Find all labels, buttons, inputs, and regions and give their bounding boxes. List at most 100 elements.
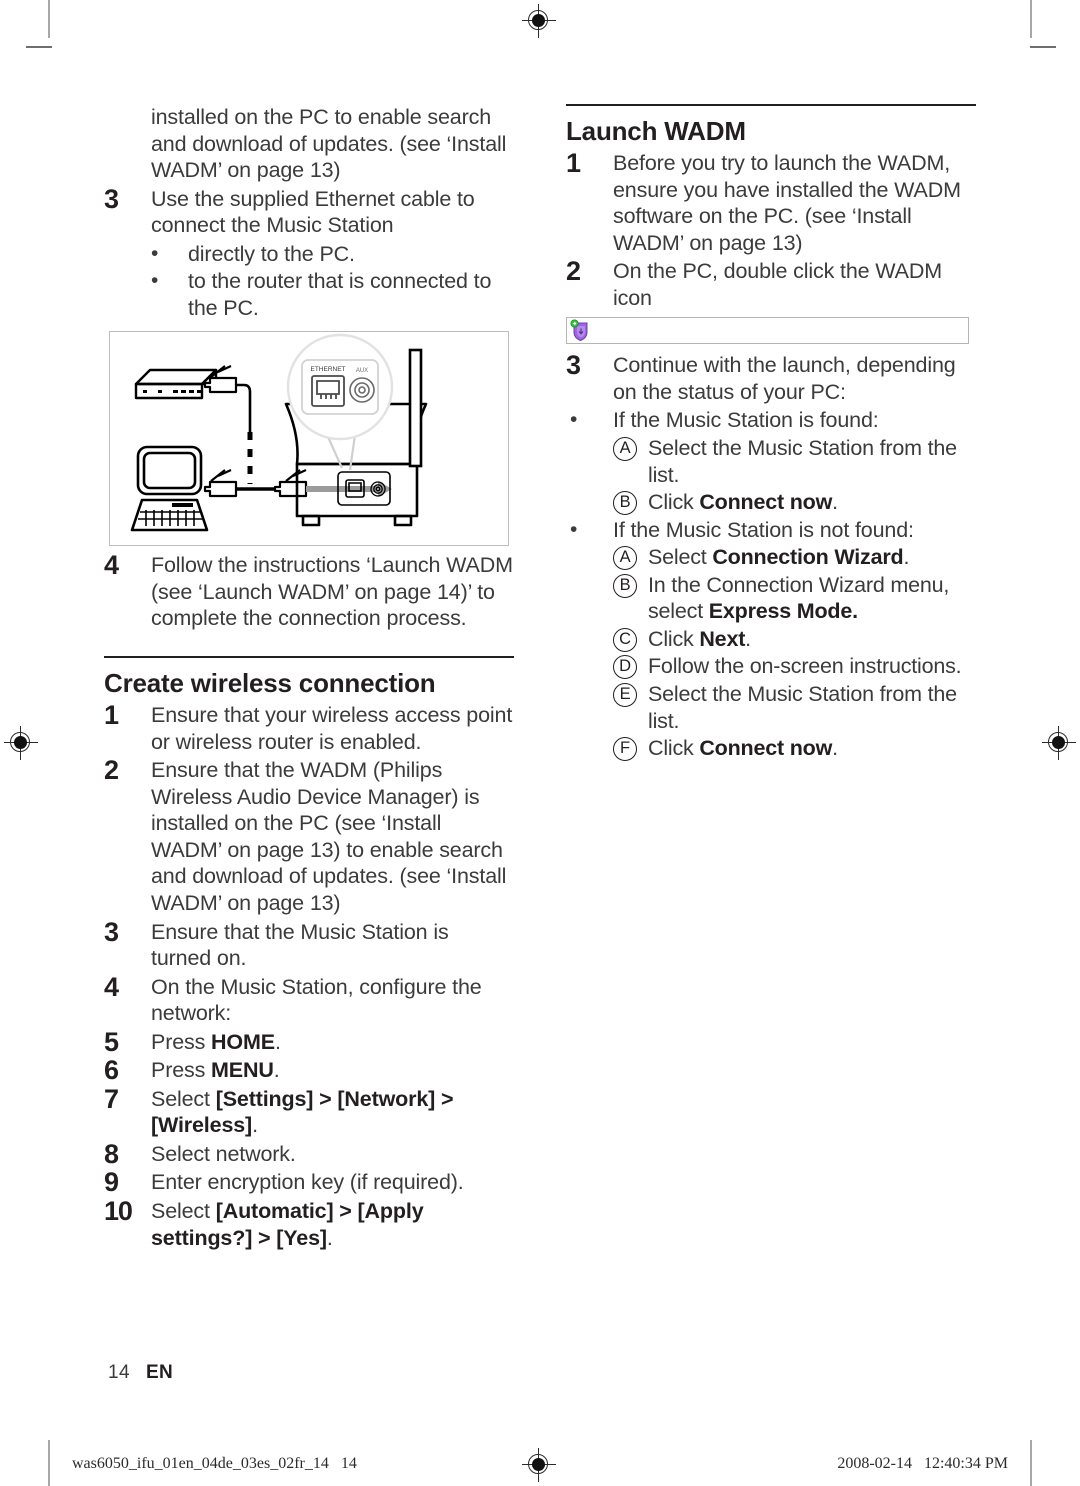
- step-number: 4: [104, 550, 119, 581]
- step-keyword: HOME: [211, 1029, 275, 1054]
- step-3: 3 Use the supplied Ethernet cable to con…: [104, 184, 514, 239]
- step-text: Before you try to launch the WADM, ensur…: [613, 151, 961, 255]
- section-divider: [566, 104, 976, 106]
- circled-letter-e-icon: E: [613, 682, 637, 707]
- left-column: installed on the PC to enable search and…: [104, 104, 514, 1253]
- launch-steps-list-continued: 3 Continue with the launch, depending on…: [566, 350, 976, 405]
- wired-steps-list: 3 Use the supplied Ethernet cable to con…: [104, 184, 514, 239]
- substep-keyword: Express Mode.: [708, 599, 858, 624]
- right-column: Launch WADM 1 Before you try to launch t…: [566, 104, 976, 763]
- step-text-suffix: .: [274, 1029, 281, 1054]
- not-found-case-substeps: A Select Connection Wizard. B In the Con…: [566, 544, 976, 762]
- step-2: 2 Ensure that the WADM (Philips Wireless…: [104, 755, 514, 916]
- step-text: On the PC, double click the WADM icon: [613, 259, 942, 310]
- substep-b: B In the Connection Wizard menu, select …: [566, 572, 976, 625]
- circled-letter-a-icon: A: [613, 437, 637, 462]
- bullet-dot-icon: •: [570, 517, 578, 541]
- substep-text-prefix: Click: [648, 626, 700, 651]
- circled-letter-d-icon: D: [613, 655, 637, 680]
- bullet-dot-icon: •: [151, 241, 159, 265]
- step-text-prefix: Select: [151, 1086, 216, 1111]
- step-5: 5 Press HOME.: [104, 1027, 514, 1057]
- substep-c: C Click Next.: [566, 626, 976, 653]
- step-text-suffix: .: [273, 1058, 280, 1083]
- substep-a: A Select the Music Station from the list…: [566, 435, 976, 488]
- bullet-text: If the Music Station is found:: [613, 408, 879, 433]
- substep-a: A Select Connection Wizard.: [566, 544, 976, 571]
- step-text: Use the supplied Ethernet cable to conne…: [151, 186, 475, 238]
- step-text: On the Music Station, configure the netw…: [151, 974, 482, 1026]
- figure-aux-label: AUX: [356, 368, 368, 374]
- step-text: Continue with the launch, depending on t…: [613, 353, 956, 404]
- step-1: 1 Before you try to launch the WADM, ens…: [566, 148, 976, 256]
- step-text-suffix: .: [326, 1225, 333, 1250]
- step-text-suffix: .: [252, 1113, 258, 1138]
- circled-letter-c-icon: C: [613, 627, 637, 652]
- step-number: 3: [566, 350, 581, 381]
- language-code: EN: [145, 1362, 174, 1383]
- step-text-prefix: Select: [151, 1198, 216, 1223]
- page-title-wireless: Create wireless connection: [104, 668, 436, 699]
- circled-letter-b-icon: B: [613, 573, 637, 598]
- step-keyword: MENU: [211, 1058, 274, 1083]
- step-text: Follow the instructions ‘Launch WADM (se…: [151, 553, 513, 631]
- list-item: • directly to the PC.: [104, 241, 514, 268]
- slug-filename: was6050_ifu_01en_04de_03es_02fr_14 14: [72, 1455, 357, 1472]
- substep-keyword: Next: [699, 626, 746, 651]
- step-7: 7 Select [Settings] > [Network] > [Wirel…: [104, 1084, 514, 1139]
- step-text-prefix: Press: [151, 1058, 212, 1083]
- continued-paragraph: installed on the PC to enable search and…: [151, 105, 507, 183]
- page-number: 14: [108, 1362, 130, 1383]
- wadm-shield-icon: [569, 319, 593, 343]
- step-4: 4 On the Music Station, configure the ne…: [104, 972, 514, 1027]
- list-item: • If the Music Station is not found:: [566, 517, 976, 544]
- substep-keyword: Connect now: [699, 736, 833, 761]
- step-text: Ensure that the Music Station is turned …: [151, 919, 449, 971]
- substep-b: B Click Connect now.: [566, 489, 976, 516]
- substep-text-suffix: .: [832, 490, 838, 515]
- list-item: • If the Music Station is found:: [566, 407, 976, 434]
- wadm-icon-strip: [566, 317, 969, 345]
- substep-text-prefix: Select the Music Station from the list.: [648, 681, 957, 733]
- step-text: Ensure that the WADM (Philips Wireless A…: [151, 758, 507, 915]
- wired-connection-figure: ETHERNET AUX: [109, 331, 509, 547]
- wired-steps-list-continued: 4 Follow the instructions ‘Launch WADM (…: [104, 550, 514, 632]
- bullet-dot-icon: •: [570, 408, 578, 432]
- step-text-prefix: Press: [151, 1029, 212, 1054]
- step-text: Ensure that your wireless access point o…: [151, 703, 513, 754]
- substep-text-prefix: Select the Music Station from the list.: [648, 436, 957, 487]
- circled-letter-b-icon: B: [613, 491, 637, 516]
- step-4: 4 Follow the instructions ‘Launch WADM (…: [104, 550, 514, 632]
- found-case-substeps: A Select the Music Station from the list…: [566, 435, 976, 516]
- substep-f: F Click Connect now.: [566, 735, 976, 762]
- section-divider: [104, 656, 514, 659]
- step-8: 8 Select network.: [104, 1139, 514, 1169]
- substep-text-prefix: Click: [648, 490, 700, 515]
- found-case-bullet: • If the Music Station is found:: [566, 407, 976, 434]
- step-2: 2 On the PC, double click the WADM icon: [566, 256, 976, 311]
- substep-text-suffix: .: [745, 626, 751, 651]
- substep-text-prefix: Select: [648, 545, 713, 570]
- step-3: 3 Ensure that the Music Station is turne…: [104, 917, 514, 972]
- step-text: Select network.: [151, 1141, 296, 1166]
- step-number: 1: [566, 148, 581, 179]
- substep-text-suffix: .: [832, 736, 838, 761]
- bullet-text: directly to the PC.: [188, 241, 355, 266]
- bullet-text: If the Music Station is not found:: [613, 517, 914, 542]
- step-10: 10 Select [Automatic] > [Apply settings?…: [104, 1195, 514, 1251]
- step-text: Enter encryption key (if required).: [151, 1170, 464, 1195]
- step-6: 6 Press MENU.: [104, 1055, 514, 1085]
- step-9: 9 Enter encryption key (if required).: [104, 1167, 514, 1197]
- substep-e: E Select the Music Station from the list…: [566, 681, 976, 734]
- step-1: 1 Ensure that your wireless access point…: [104, 700, 514, 755]
- step-number: 2: [566, 256, 581, 287]
- wireless-steps-list: 1 Ensure that your wireless access point…: [104, 700, 514, 1251]
- list-item: • to the router that is connected to the…: [104, 268, 514, 321]
- step-number: 10: [104, 1195, 133, 1226]
- substep-text-suffix: .: [903, 545, 910, 570]
- launch-steps-list: 1 Before you try to launch the WADM, ens…: [566, 148, 976, 311]
- manual-page: installed on the PC to enable search and…: [0, 0, 1080, 1486]
- circled-letter-f-icon: F: [613, 737, 637, 762]
- substep-keyword: Connect now: [699, 490, 833, 515]
- step-3: 3 Continue with the launch, depending on…: [566, 350, 976, 405]
